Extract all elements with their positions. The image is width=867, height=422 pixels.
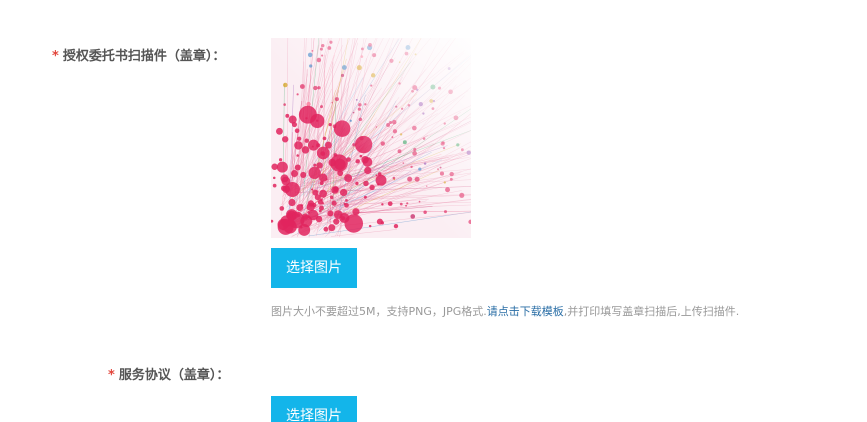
download-template-link[interactable]: 请点击下载模板 [487, 305, 564, 318]
upload-hint-text: 图片大小不要超过5M，支持PNG，JPG格式. [271, 305, 487, 318]
auth-letter-label-text: 授权委托书扫描件（盖章）： [62, 49, 226, 64]
upload-hint: 图片大小不要超过5M，支持PNG，JPG格式.请点击下载模板,并打印填写盖章扫描… [271, 303, 739, 319]
select-image-button-service[interactable]: 选择图片 [271, 396, 357, 422]
select-image-button-auth[interactable]: 选择图片 [271, 248, 357, 288]
required-asterisk: * [52, 49, 59, 64]
service-agreement-label-text: 服务协议（盖章）： [118, 368, 230, 383]
required-asterisk: * [108, 368, 115, 383]
upload-hint-text-after: ,并打印填写盖章扫描后,上传扫描件. [563, 305, 740, 318]
service-agreement-label: * 服务协议（盖章）： [108, 364, 229, 383]
upload-form: * 授权委托书扫描件（盖章）： 选择图片 图片大小不要超过5M，支持PNG，JPG… [0, 0, 867, 422]
auth-letter-label: * 授权委托书扫描件（盖章）： [52, 45, 225, 64]
uploaded-image-preview [271, 38, 471, 238]
network-graph-image [271, 38, 471, 238]
